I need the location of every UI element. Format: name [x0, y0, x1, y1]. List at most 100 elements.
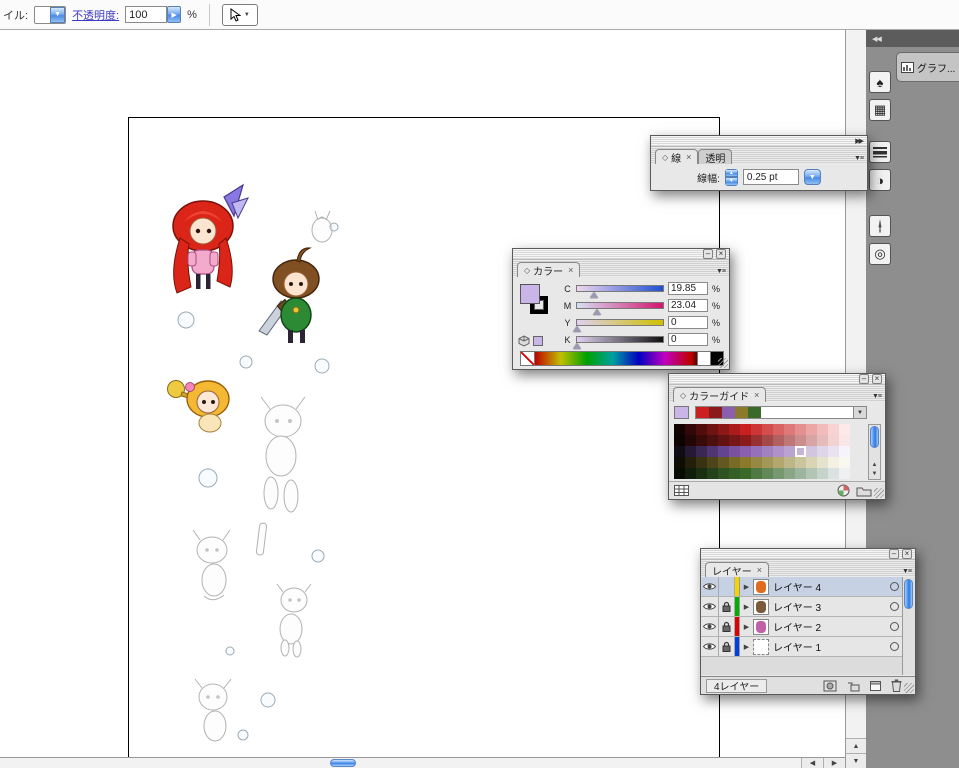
slider-thumb[interactable] — [590, 292, 599, 298]
color-guide-swatch[interactable] — [751, 457, 762, 468]
slider-thumb[interactable] — [573, 326, 581, 332]
color-guide-swatch[interactable] — [795, 468, 806, 479]
color-guide-swatch[interactable] — [828, 446, 839, 457]
color-guide-swatch[interactable] — [773, 457, 784, 468]
lock-toggle[interactable] — [719, 617, 735, 636]
layer-name[interactable]: レイヤー 3 — [773, 599, 887, 614]
panel-menu-icon[interactable]: ▼≡ — [854, 155, 864, 162]
delete-layer-button[interactable] — [891, 679, 902, 692]
opacity-link[interactable]: 不透明度: — [72, 7, 119, 23]
tab-color-guide[interactable]: ◇ カラーガイド × — [673, 387, 767, 403]
color-guide-swatch[interactable] — [674, 424, 685, 435]
layer-target[interactable] — [887, 602, 901, 611]
color-guide-swatch[interactable] — [685, 435, 696, 446]
make-clipping-mask-button[interactable] — [823, 680, 837, 692]
color-guide-swatch[interactable] — [729, 457, 740, 468]
web-color-warning[interactable] — [518, 335, 543, 347]
layer-row[interactable]: ▶ レイヤー 1 — [701, 637, 915, 657]
color-guide-swatch[interactable] — [707, 468, 718, 479]
color-guide-swatch[interactable] — [839, 457, 850, 468]
lock-toggle[interactable] — [719, 577, 735, 596]
harmony-swatch[interactable] — [748, 407, 761, 418]
opacity-input[interactable]: 100 — [125, 6, 168, 23]
color-guide-swatch[interactable] — [839, 435, 850, 446]
resize-grip[interactable] — [874, 488, 884, 498]
graph-panel-tab[interactable]: グラフ... — [896, 52, 959, 82]
close-button[interactable]: × — [716, 249, 726, 259]
color-guide-swatch[interactable] — [685, 468, 696, 479]
layer-row[interactable]: ▶ レイヤー 2 — [701, 617, 915, 637]
minimize-button[interactable]: – — [703, 249, 713, 259]
stroke-width-dropdown[interactable]: ▼ — [803, 169, 821, 185]
tab-transparency[interactable]: 透明 — [698, 149, 733, 165]
bubbles[interactable] — [177, 222, 339, 741]
layer-name[interactable]: レイヤー 4 — [773, 579, 887, 594]
color-guide-swatch[interactable] — [773, 435, 784, 446]
spectrum-ramp[interactable] — [535, 351, 698, 366]
color-guide-swatch[interactable] — [817, 424, 828, 435]
horizontal-scrollbar[interactable]: ◀ ▶ — [0, 757, 845, 768]
swatches-panel-button[interactable]: ▦ — [869, 99, 891, 121]
horizontal-scrollbar-thumb[interactable] — [330, 759, 356, 767]
color-guide-swatch[interactable] — [685, 457, 696, 468]
color-guide-swatch[interactable] — [762, 457, 773, 468]
selection-tool-button[interactable]: ▼ — [221, 3, 258, 26]
slider-thumb[interactable] — [573, 343, 581, 349]
layers-scrollbar-thumb[interactable] — [904, 579, 913, 609]
cyan-value-input[interactable]: 19.85 — [668, 282, 708, 295]
color-guide-swatch[interactable] — [773, 446, 784, 457]
color-guide-swatch[interactable] — [696, 435, 707, 446]
layer-target[interactable] — [887, 642, 901, 651]
sketch-character-4[interactable] — [194, 678, 232, 742]
color-guide-swatch[interactable] — [729, 435, 740, 446]
color-guide-swatch[interactable] — [795, 435, 806, 446]
color-guide-swatch[interactable] — [784, 435, 795, 446]
limit-colors-icon[interactable] — [674, 485, 689, 496]
harmony-swatch[interactable] — [709, 407, 722, 418]
color-guide-swatch[interactable] — [817, 468, 828, 479]
appearance-panel-button[interactable]: ◎ — [869, 243, 891, 265]
stroke-width-input[interactable]: 0.25 pt — [742, 169, 799, 185]
color-guide-swatch[interactable] — [762, 424, 773, 435]
layers-palette-titlebar[interactable]: – × — [701, 549, 915, 560]
color-guide-swatch[interactable] — [762, 435, 773, 446]
scroll-right-button[interactable]: ▶ — [823, 758, 845, 768]
color-guide-swatch[interactable] — [762, 446, 773, 457]
yellow-value-input[interactable]: 0 — [668, 316, 708, 329]
panel-menu-icon[interactable]: ▼≡ — [716, 268, 726, 275]
brushes-panel-button[interactable] — [869, 215, 891, 237]
stroke-panel-button[interactable] — [869, 141, 891, 163]
scroll-up-button[interactable]: ▲ — [869, 461, 880, 470]
stroke-width-stepper[interactable]: ▲ ▼ — [724, 168, 738, 186]
scroll-down-button[interactable]: ▼ — [846, 753, 866, 768]
color-guide-swatch[interactable] — [762, 468, 773, 479]
save-to-swatches-icon[interactable] — [856, 485, 872, 497]
color-guide-swatch[interactable] — [729, 468, 740, 479]
color-guide-swatch[interactable] — [828, 457, 839, 468]
expand-layer-arrow[interactable]: ▶ — [740, 583, 753, 591]
style-dropdown-arrow[interactable]: ▼ — [50, 6, 66, 23]
color-guide-swatch[interactable] — [707, 424, 718, 435]
color-guide-swatch[interactable] — [740, 457, 751, 468]
color-guide-swatch[interactable] — [751, 446, 762, 457]
new-layer-button[interactable] — [869, 680, 882, 692]
color-guide-swatch[interactable] — [751, 435, 762, 446]
close-button[interactable]: × — [902, 549, 912, 559]
stepper-up-icon[interactable]: ▲ — [724, 168, 738, 177]
color-guide-swatch[interactable] — [707, 457, 718, 468]
color-guide-swatch[interactable] — [707, 435, 718, 446]
fill-color-swatch[interactable] — [520, 284, 540, 304]
edit-colors-icon[interactable] — [837, 484, 850, 497]
color-guide-swatch[interactable] — [817, 446, 828, 457]
color-guide-swatch[interactable] — [751, 424, 762, 435]
color-guide-swatch[interactable] — [729, 424, 740, 435]
slider-track[interactable] — [576, 302, 664, 315]
resize-grip[interactable] — [718, 358, 728, 368]
scroll-down-button[interactable]: ▼ — [869, 470, 880, 479]
color-guide-swatch[interactable] — [707, 446, 718, 457]
symbols-panel-button[interactable]: ♠ — [869, 71, 891, 93]
visibility-toggle[interactable] — [701, 617, 719, 636]
color-guide-swatch[interactable] — [729, 446, 740, 457]
sketch-character-3[interactable] — [276, 583, 312, 658]
stroke-palette-titlebar[interactable]: ▶▶ — [651, 136, 867, 147]
